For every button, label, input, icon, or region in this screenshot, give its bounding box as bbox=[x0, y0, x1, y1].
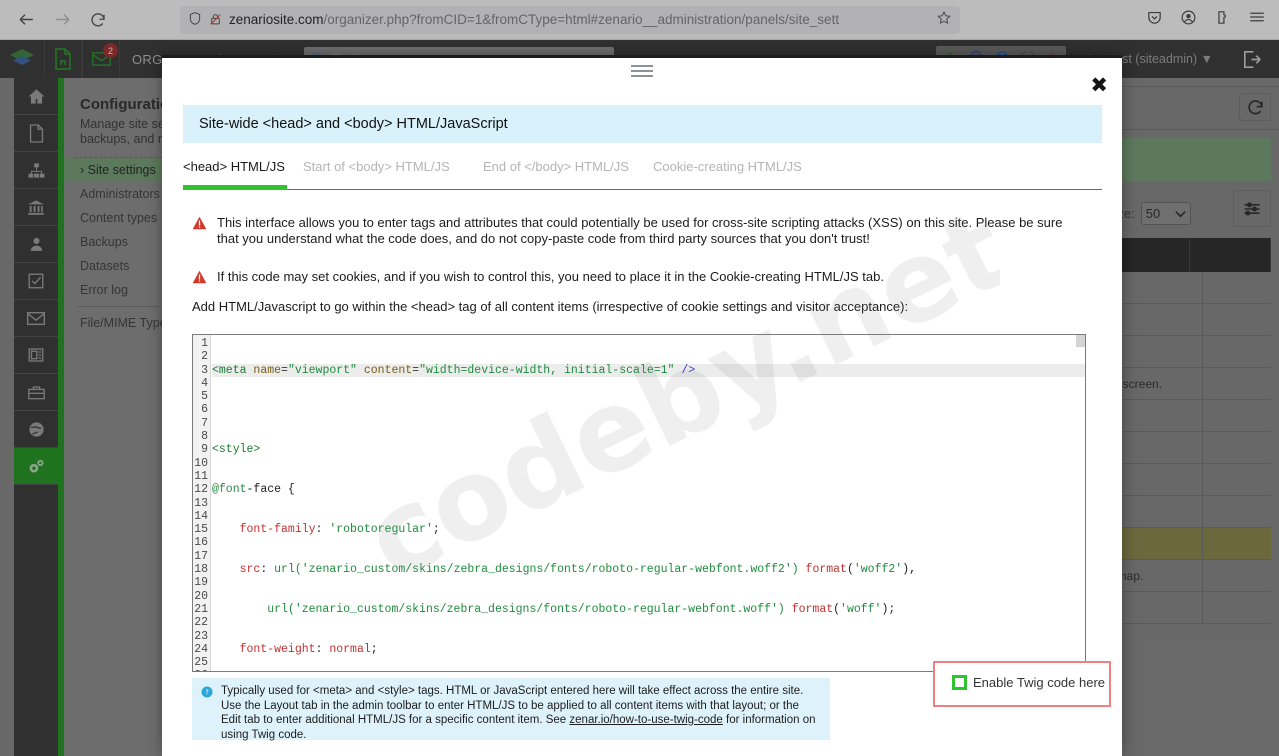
code-line: font-weight: normal; bbox=[239, 642, 378, 656]
editor-lead-text: Add HTML/Javascript to go within the <he… bbox=[192, 299, 909, 314]
code-line: font-family: 'robotoregular'; bbox=[239, 523, 440, 537]
line-number: 4 bbox=[201, 376, 208, 390]
editor-info-box: ? Typically used for <meta> and <style> … bbox=[192, 678, 830, 741]
line-number: 25 bbox=[194, 656, 208, 670]
line-number: 6 bbox=[201, 403, 208, 417]
question-circle-icon: ? bbox=[201, 686, 213, 734]
line-number: 20 bbox=[194, 589, 208, 603]
editor-line-numbers: 1 2 3 4 5 6 7 8 9 10 11 12 13 14 15 16 1… bbox=[193, 335, 211, 671]
enable-twig-row[interactable]: Enable Twig code here bbox=[952, 675, 1105, 690]
line-number: 12 bbox=[194, 483, 208, 497]
line-number: 21 bbox=[194, 602, 208, 616]
code-line: url('zenario_custom/skins/zebra_designs/… bbox=[267, 602, 896, 616]
line-number: 13 bbox=[194, 496, 208, 510]
line-number: 9 bbox=[201, 443, 208, 457]
active-tab-indicator bbox=[183, 185, 287, 190]
line-number: 2 bbox=[201, 350, 208, 364]
line-number: 1 bbox=[201, 337, 208, 350]
tab-cookie-creating-html-js[interactable]: Cookie-creating HTML/JS bbox=[653, 159, 802, 174]
warning-triangle-icon bbox=[192, 270, 207, 288]
drag-handle-icon[interactable] bbox=[631, 65, 653, 80]
code-line: <meta name="viewport" content="width=dev… bbox=[212, 363, 1085, 377]
line-number: 22 bbox=[194, 616, 208, 630]
code-line: @font-face { bbox=[212, 483, 295, 497]
warning-triangle-icon bbox=[192, 216, 207, 247]
enable-twig-label: Enable Twig code here bbox=[973, 675, 1106, 690]
xss-warning: This interface allows you to enter tags … bbox=[192, 215, 1082, 247]
line-number: 14 bbox=[194, 509, 208, 523]
code-editor[interactable]: 1 2 3 4 5 6 7 8 9 10 11 12 13 14 15 16 1… bbox=[192, 334, 1086, 672]
line-number: 19 bbox=[194, 576, 208, 590]
modal-tabs: <head> HTML/JS Start of <body> HTML/JS E… bbox=[183, 159, 1102, 190]
line-number: 15 bbox=[194, 523, 208, 537]
tab-start-of-body-html-js[interactable]: Start of <body> HTML/JS bbox=[303, 159, 450, 174]
editor-scrollbar[interactable] bbox=[1076, 335, 1085, 347]
line-number: 10 bbox=[194, 456, 208, 470]
info-line-3-prefix: See bbox=[545, 714, 570, 726]
editor-info-text: Typically used for <meta> and <style> ta… bbox=[221, 684, 821, 741]
code-line: <style> bbox=[212, 443, 261, 457]
line-number: 23 bbox=[194, 629, 208, 643]
twig-docs-link[interactable]: zenar.io/how-to-use-twig-code bbox=[569, 714, 722, 726]
editor-code-area[interactable]: <meta name="viewport" content="width=dev… bbox=[212, 335, 1085, 671]
cookie-warning: If this code may set cookies, and if you… bbox=[192, 269, 1082, 288]
svg-text:?: ? bbox=[205, 689, 209, 697]
tab-head-html-js[interactable]: <head> HTML/JS bbox=[183, 159, 285, 174]
line-number: 11 bbox=[194, 469, 208, 483]
tab-end-of-body-html-js[interactable]: End of </body> HTML/JS bbox=[483, 159, 629, 174]
line-number: 8 bbox=[201, 430, 208, 444]
cookie-warning-text: If this code may set cookies, and if you… bbox=[217, 269, 884, 284]
code-line: src: url('zenario_custom/skins/zebra_des… bbox=[239, 563, 916, 577]
enable-twig-checkbox[interactable] bbox=[952, 675, 967, 690]
close-icon[interactable]: ✖ bbox=[1090, 75, 1108, 96]
line-number: 7 bbox=[201, 416, 208, 430]
line-number: 3 bbox=[201, 363, 208, 377]
modal-banner-title: Site-wide <head> and <body> HTML/JavaScr… bbox=[183, 105, 1102, 143]
line-number: 26 bbox=[193, 669, 210, 671]
line-number: 17 bbox=[194, 549, 208, 563]
line-number: 18 bbox=[194, 563, 208, 577]
line-number: 24 bbox=[194, 642, 208, 656]
info-line-1: Typically used for <meta> and <style> ta… bbox=[221, 685, 804, 697]
line-number: 5 bbox=[201, 390, 208, 404]
xss-warning-text: This interface allows you to enter tags … bbox=[217, 215, 1063, 246]
line-number: 16 bbox=[194, 536, 208, 550]
